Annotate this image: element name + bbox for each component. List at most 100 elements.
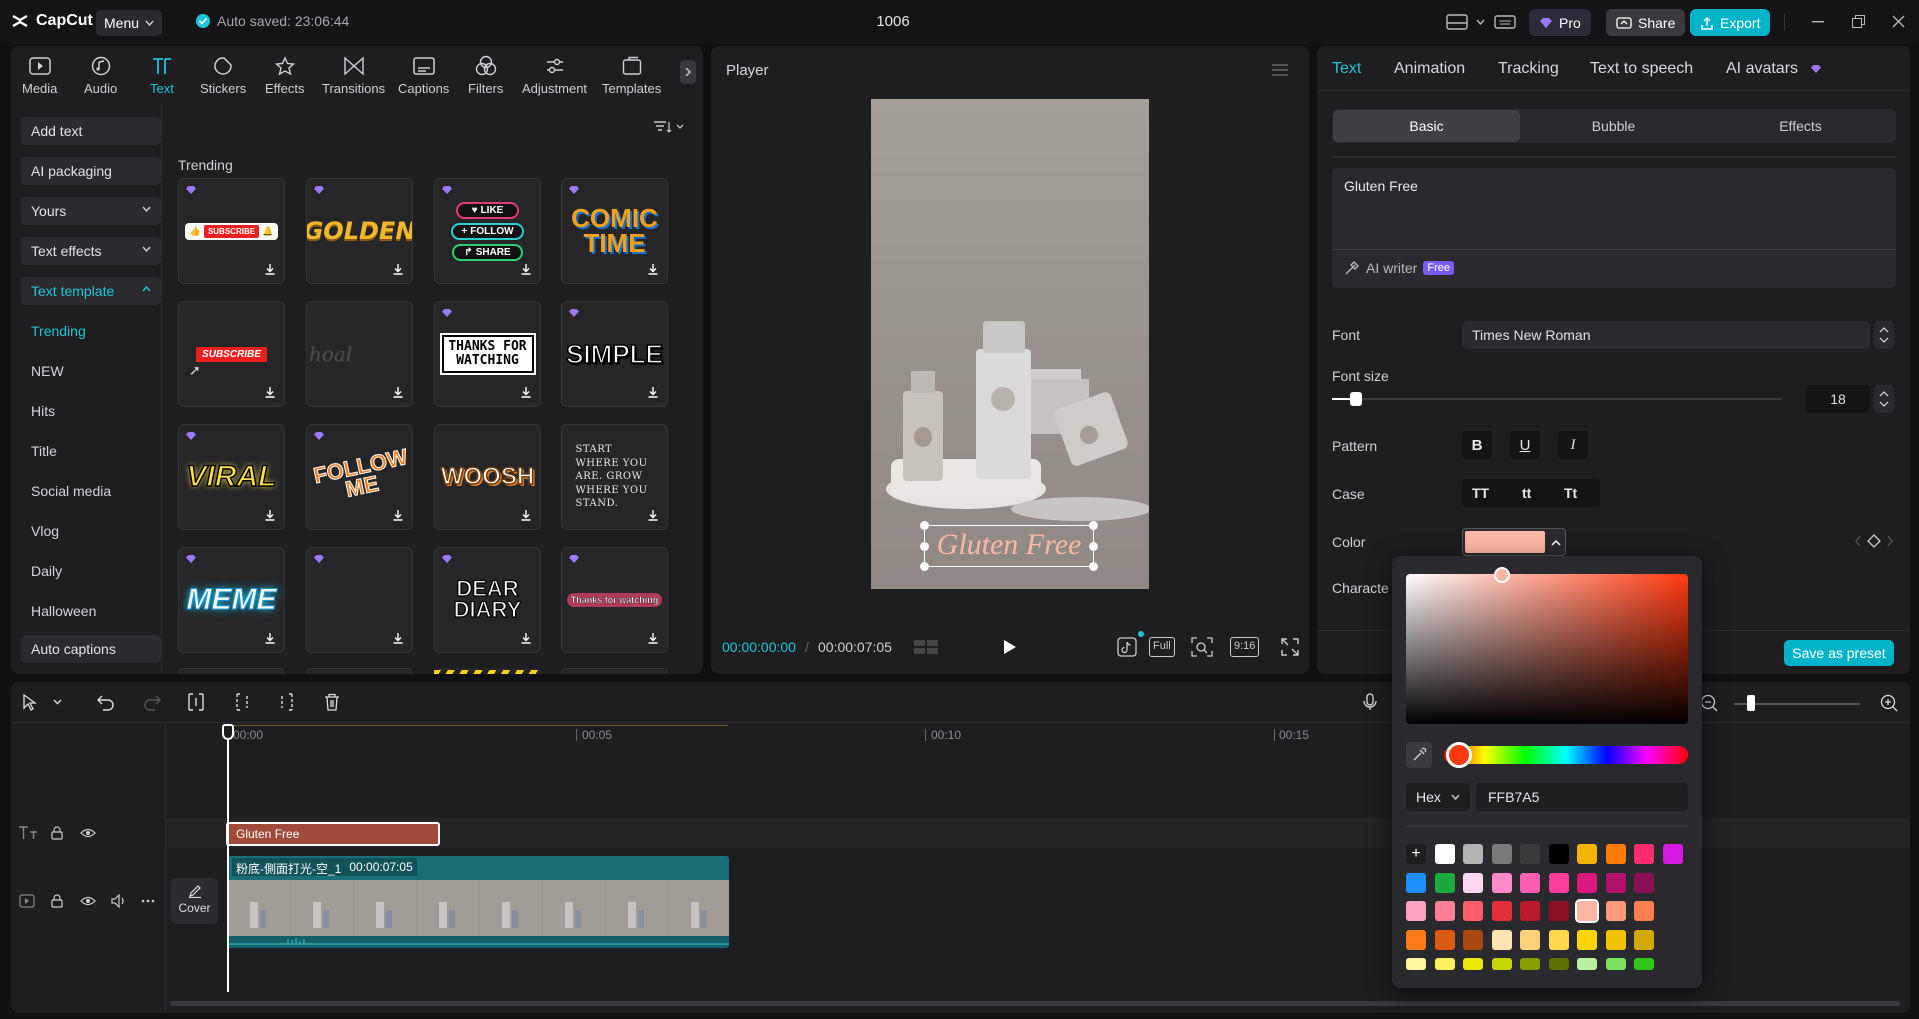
- download-icon[interactable]: [264, 632, 276, 644]
- color-swatch-option[interactable]: [1434, 929, 1455, 950]
- color-swatch-option[interactable]: [1520, 901, 1540, 921]
- template-card-hoal[interactable]: hoal: [306, 301, 413, 407]
- zoom-out-icon[interactable]: [1700, 694, 1718, 712]
- download-icon[interactable]: [392, 632, 404, 644]
- color-swatch-option[interactable]: [1406, 872, 1426, 893]
- color-swatch-option[interactable]: [1605, 901, 1626, 921]
- uppercase-button[interactable]: TT: [1472, 485, 1489, 501]
- template-card-comic-time[interactable]: COMIC TIME: [561, 178, 668, 284]
- color-swatch-option[interactable]: [1434, 958, 1455, 970]
- tab-tracking[interactable]: Tracking: [1498, 60, 1559, 78]
- font-stepper[interactable]: [1874, 321, 1894, 349]
- color-swatch-option[interactable]: [1548, 901, 1569, 921]
- sidebar-item-new[interactable]: NEW: [31, 363, 64, 379]
- lowercase-button[interactable]: tt: [1522, 485, 1531, 501]
- text-template-button[interactable]: Text template: [21, 277, 161, 305]
- video-preview[interactable]: Gluten Free: [871, 99, 1149, 589]
- color-swatch-option[interactable]: [1548, 929, 1569, 950]
- sidebar-item-title[interactable]: Title: [31, 443, 57, 459]
- color-swatch-option[interactable]: [1520, 844, 1540, 864]
- sidebar-item-vlog[interactable]: Vlog: [31, 523, 59, 539]
- color-swatch-option[interactable]: [1463, 958, 1483, 970]
- toolbar-stickers[interactable]: Stickers: [200, 54, 246, 96]
- color-swatch-option[interactable]: [1406, 929, 1426, 950]
- keyboard-icon[interactable]: [1494, 13, 1516, 31]
- template-card-woosh[interactable]: WOOSH: [434, 424, 541, 530]
- color-swatch-option[interactable]: [1406, 958, 1426, 970]
- toolbar-transitions[interactable]: Transitions: [322, 54, 385, 96]
- color-swatch-option[interactable]: [1491, 844, 1512, 864]
- saturation-handle[interactable]: [1494, 567, 1510, 583]
- color-swatch-option[interactable]: [1634, 901, 1654, 921]
- template-card-meme[interactable]: MEME: [178, 547, 285, 653]
- toolbar-scroll-right-button[interactable]: [680, 60, 696, 84]
- video-clip[interactable]: 粉底-側面打光-空_1 00:00:07:05: [228, 856, 729, 948]
- download-icon[interactable]: [647, 263, 659, 275]
- save-as-preset-button[interactable]: Save as preset: [1784, 640, 1894, 666]
- pro-button[interactable]: Pro: [1529, 9, 1591, 36]
- sidebar-item-trending[interactable]: Trending: [31, 323, 86, 339]
- tiktok-icon[interactable]: [1117, 637, 1137, 657]
- aspect-ratio-button[interactable]: 9:16: [1230, 637, 1260, 657]
- playhead-handle[interactable]: [222, 724, 234, 740]
- color-swatch-option[interactable]: [1491, 872, 1512, 893]
- hex-input[interactable]: FFB7A5: [1476, 783, 1688, 811]
- delete-right-icon[interactable]: [278, 693, 296, 711]
- download-icon[interactable]: [520, 263, 532, 275]
- template-card-thanks-for-watching[interactable]: THANKS FOR WATCHING: [434, 301, 541, 407]
- resize-handle[interactable]: [1089, 542, 1098, 551]
- color-swatch-option[interactable]: [1577, 844, 1597, 864]
- text-input-area[interactable]: Gluten Free AI writer Free: [1332, 168, 1896, 288]
- color-swatch-option[interactable]: [1434, 844, 1455, 864]
- text-clip[interactable]: Gluten Free: [226, 822, 440, 846]
- color-swatch-option[interactable]: [1605, 844, 1626, 864]
- color-picker-button[interactable]: [1462, 528, 1566, 556]
- full-quality-button[interactable]: Full: [1149, 637, 1175, 657]
- resize-handle[interactable]: [920, 562, 929, 571]
- color-mode-select[interactable]: Hex: [1406, 783, 1470, 811]
- hue-handle[interactable]: [1446, 742, 1472, 768]
- auto-captions-button[interactable]: Auto captions: [21, 635, 161, 663]
- ai-writer-button[interactable]: AI writer Free: [1344, 260, 1454, 276]
- undo-icon[interactable]: [97, 693, 115, 711]
- color-swatch-option[interactable]: [1491, 901, 1512, 921]
- download-icon[interactable]: [264, 263, 276, 275]
- color-swatch-option[interactable]: [1605, 958, 1626, 970]
- download-icon[interactable]: [520, 509, 532, 521]
- color-swatch-option[interactable]: [1463, 844, 1483, 864]
- toolbar-filters[interactable]: Filters: [468, 54, 503, 96]
- toolbar-templates[interactable]: Templates: [602, 54, 661, 96]
- color-swatch-option[interactable]: [1577, 872, 1597, 893]
- template-card-start-where[interactable]: Start where you are. Grow where you stan…: [561, 424, 668, 530]
- redo-icon[interactable]: [143, 693, 161, 711]
- select-tool-icon[interactable]: [22, 693, 62, 711]
- font-size-slider-thumb[interactable]: [1350, 392, 1362, 406]
- toolbar-text[interactable]: Text: [150, 54, 174, 96]
- close-icon[interactable]: [1892, 15, 1905, 28]
- layout-chevron-icon[interactable]: [1476, 19, 1485, 25]
- font-size-input[interactable]: 18: [1806, 385, 1870, 413]
- font-size-stepper[interactable]: [1874, 385, 1894, 413]
- resize-handle[interactable]: [1089, 521, 1098, 530]
- color-swatch-option[interactable]: [1520, 872, 1540, 893]
- download-icon[interactable]: [392, 263, 404, 275]
- tab-ai-avatars[interactable]: AI avatars: [1726, 60, 1798, 78]
- color-swatch-option[interactable]: [1634, 929, 1654, 950]
- toolbar-media[interactable]: Media: [22, 54, 57, 96]
- download-icon[interactable]: [647, 386, 659, 398]
- color-swatch-option[interactable]: [1434, 872, 1455, 893]
- zoom-fit-icon[interactable]: [1191, 637, 1213, 657]
- eye-icon[interactable]: [80, 895, 96, 907]
- zoom-in-icon[interactable]: [1880, 694, 1898, 712]
- keyframe-nav[interactable]: [1854, 534, 1894, 548]
- playhead[interactable]: [227, 724, 229, 992]
- color-swatch-option[interactable]: [1463, 901, 1483, 921]
- color-swatch-option[interactable]: [1434, 901, 1455, 921]
- export-button[interactable]: Export: [1690, 9, 1771, 36]
- download-icon[interactable]: [520, 632, 532, 644]
- sidebar-item-daily[interactable]: Daily: [31, 563, 62, 579]
- template-card-thanks-for-watching-2[interactable]: Thanks for watching: [561, 547, 668, 653]
- more-icon[interactable]: [141, 899, 155, 903]
- color-swatch-option[interactable]: [1577, 929, 1597, 950]
- zoom-slider-thumb[interactable]: [1747, 695, 1755, 711]
